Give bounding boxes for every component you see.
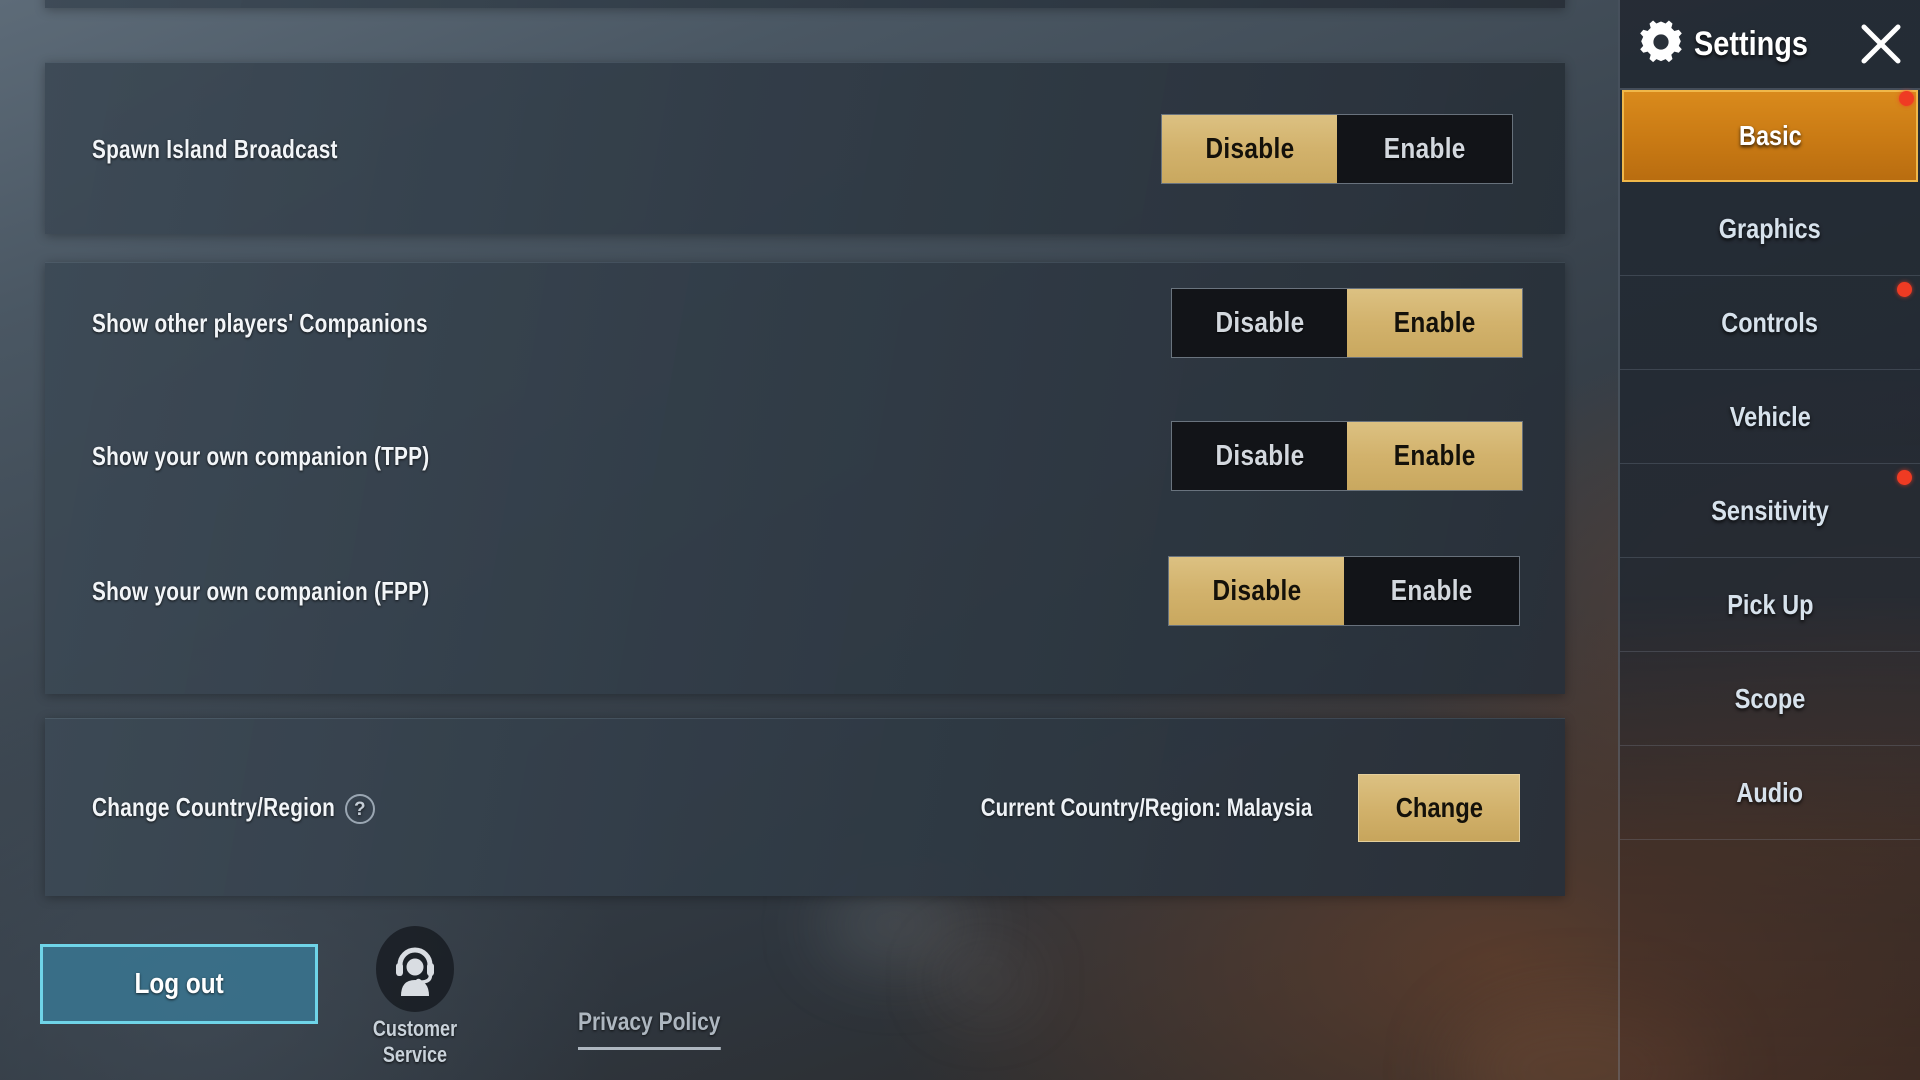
sidebar-item-graphics[interactable]: Graphics (1620, 182, 1920, 276)
setting-label-text: Change Country/Region (92, 791, 336, 822)
sidebar-item-audio[interactable]: Audio (1620, 746, 1920, 840)
headset-agent-icon (376, 926, 454, 1012)
sidebar-item-scope[interactable]: Scope (1620, 652, 1920, 746)
game-settings-screen: Spawn Island Broadcast Disable Enable Sh… (0, 0, 1920, 1080)
sidebar-item-next-partial[interactable] (1620, 840, 1920, 898)
question-mark-icon[interactable]: ? (344, 794, 375, 825)
sidebar-item-label: Vehicle (1729, 400, 1811, 432)
settings-title: Settings (1694, 24, 1809, 63)
sidebar-item-label: Audio (1736, 776, 1804, 808)
settings-sidebar: Settings Basic Graphics Controls Vehicle… (1618, 0, 1920, 1080)
toggle-show-own-companion-fpp[interactable]: Disable Enable (1168, 556, 1520, 626)
close-icon[interactable] (1854, 17, 1908, 71)
toggle-option-enable[interactable]: Enable (1347, 289, 1522, 357)
setting-row-show-own-companion-tpp: Show your own companion (TPP) Disable En… (45, 396, 1565, 516)
notification-badge-dot (1897, 470, 1912, 485)
setting-row-show-own-companion-fpp: Show your own companion (FPP) Disable En… (45, 531, 1565, 651)
sidebar-item-label: Controls (1721, 306, 1819, 338)
toggle-show-other-players-companions[interactable]: Disable Enable (1171, 288, 1523, 358)
notification-badge-dot (1899, 91, 1914, 106)
setting-label-show-other-players-companions: Show other players' Companions (92, 307, 428, 338)
current-country-region-value: Current Country/Region: Malaysia (980, 793, 1312, 822)
notification-badge-dot (1897, 282, 1912, 297)
privacy-policy-link[interactable]: Privacy Policy (578, 1008, 721, 1050)
sidebar-item-pick-up[interactable]: Pick Up (1620, 558, 1920, 652)
sidebar-item-basic[interactable]: Basic (1622, 90, 1918, 182)
change-region-button[interactable]: Change (1358, 774, 1520, 842)
sidebar-item-label: Basic (1738, 120, 1802, 151)
setting-label-change-country-region: Change Country/Region? (92, 791, 375, 825)
logout-button[interactable]: Log out (40, 944, 318, 1024)
toggle-option-enable[interactable]: Enable (1347, 422, 1522, 490)
customer-service-button[interactable]: Customer Service (335, 926, 495, 1068)
setting-row-change-country-region: Change Country/Region? Current Country/R… (45, 748, 1565, 868)
settings-card-region: Change Country/Region? Current Country/R… (45, 718, 1565, 896)
sidebar-item-controls[interactable]: Controls (1620, 276, 1920, 370)
sidebar-item-label: Sensitivity (1711, 494, 1829, 526)
sidebar-item-label: Pick Up (1726, 588, 1814, 620)
toggle-spawn-island-broadcast[interactable]: Disable Enable (1161, 114, 1513, 184)
settings-card-companions: Show other players' Companions Disable E… (45, 262, 1565, 694)
sidebar-header: Settings (1620, 0, 1920, 90)
toggle-show-own-companion-tpp[interactable]: Disable Enable (1171, 421, 1523, 491)
settings-card-spawn: Spawn Island Broadcast Disable Enable (45, 62, 1565, 234)
settings-card-partial (45, 0, 1565, 8)
sidebar-item-vehicle[interactable]: Vehicle (1620, 370, 1920, 464)
sidebar-nav-list: Basic Graphics Controls Vehicle Sensitiv… (1620, 90, 1920, 898)
toggle-option-disable[interactable]: Disable (1162, 115, 1337, 183)
customer-service-label: Customer Service (372, 1016, 458, 1067)
toggle-option-disable[interactable]: Disable (1172, 422, 1347, 490)
setting-label-show-own-companion-fpp: Show your own companion (FPP) (92, 575, 430, 606)
bottom-action-bar: Log out Customer Service Privacy Policy (0, 896, 1618, 1080)
gear-icon (1638, 19, 1684, 70)
toggle-option-disable[interactable]: Disable (1169, 557, 1344, 625)
settings-content-panel: Spawn Island Broadcast Disable Enable Sh… (0, 0, 1618, 1080)
sidebar-item-label: Graphics (1719, 212, 1821, 244)
sidebar-item-label: Scope (1734, 682, 1806, 714)
setting-row-show-other-players-companions: Show other players' Companions Disable E… (45, 263, 1565, 383)
sidebar-item-sensitivity[interactable]: Sensitivity (1620, 464, 1920, 558)
setting-row-spawn-island-broadcast: Spawn Island Broadcast Disable Enable (45, 89, 1565, 209)
toggle-option-disable[interactable]: Disable (1172, 289, 1347, 357)
toggle-option-enable[interactable]: Enable (1337, 115, 1512, 183)
setting-label-spawn-island-broadcast: Spawn Island Broadcast (92, 133, 338, 164)
toggle-option-enable[interactable]: Enable (1344, 557, 1519, 625)
setting-label-show-own-companion-tpp: Show your own companion (TPP) (92, 440, 430, 471)
